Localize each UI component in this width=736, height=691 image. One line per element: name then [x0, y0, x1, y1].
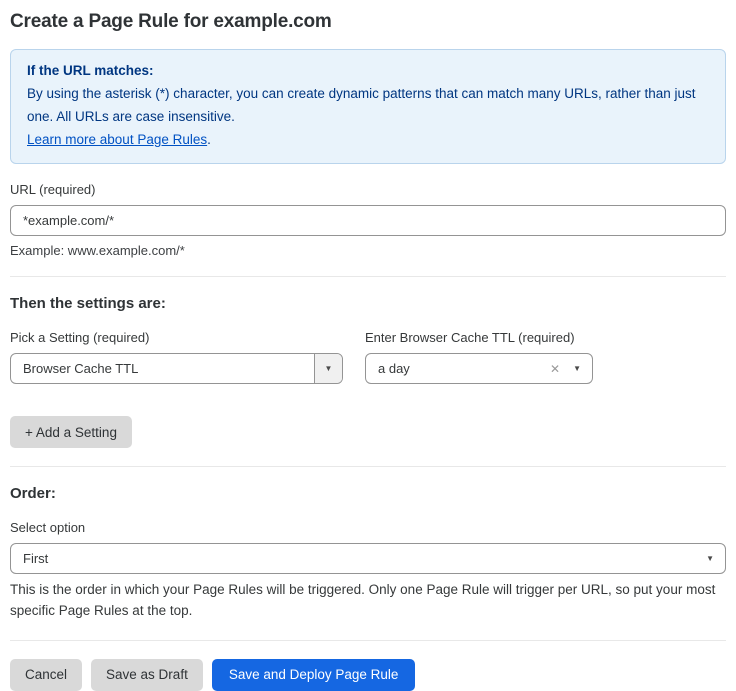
ttl-picker-dropdown[interactable]: a day ✕ ▼ — [365, 353, 593, 384]
order-section-heading: Order: — [10, 485, 726, 502]
link-suffix: . — [207, 132, 211, 147]
info-box-link-line: Learn more about Page Rules. — [27, 128, 709, 151]
info-box-body: By using the asterisk (*) character, you… — [27, 82, 709, 128]
page-title: Create a Page Rule for example.com — [10, 0, 726, 33]
url-field-label: URL (required) — [10, 182, 726, 197]
order-select-label: Select option — [10, 520, 726, 535]
learn-more-link[interactable]: Learn more about Page Rules — [27, 132, 207, 147]
setting-picker-label: Pick a Setting (required) — [10, 330, 343, 345]
setting-picker-dropdown[interactable]: Browser Cache TTL ▼ — [10, 353, 343, 384]
divider — [10, 640, 726, 641]
divider — [10, 276, 726, 277]
info-box-body-text: By using the asterisk (*) character, you… — [27, 86, 696, 124]
save-as-draft-button[interactable]: Save as Draft — [91, 659, 203, 691]
add-setting-button[interactable]: + Add a Setting — [10, 416, 132, 448]
info-box-heading: If the URL matches: — [27, 59, 709, 82]
chevron-down-icon: ▼ — [325, 365, 333, 373]
chevron-down-icon: ▼ — [573, 365, 581, 373]
chevron-down-icon: ▼ — [706, 555, 714, 563]
ttl-picker-column: Enter Browser Cache TTL (required) a day… — [365, 312, 593, 384]
setting-picker-value: Browser Cache TTL — [11, 354, 314, 383]
url-input[interactable] — [10, 205, 726, 236]
page-rule-form: Create a Page Rule for example.com If th… — [0, 0, 736, 691]
url-matches-info-box: If the URL matches: By using the asteris… — [10, 49, 726, 164]
setting-picker-column: Pick a Setting (required) Browser Cache … — [10, 312, 343, 384]
order-help-text: This is the order in which your Page Rul… — [10, 580, 726, 622]
footer-actions: Cancel Save as Draft Save and Deploy Pag… — [10, 659, 726, 691]
ttl-picker-label: Enter Browser Cache TTL (required) — [365, 330, 593, 345]
ttl-picker-value: a day — [378, 361, 550, 376]
settings-section-heading: Then the settings are: — [10, 295, 726, 312]
settings-row: Pick a Setting (required) Browser Cache … — [10, 312, 726, 384]
cancel-button[interactable]: Cancel — [10, 659, 82, 691]
order-select-value: First — [23, 551, 706, 566]
url-example-hint: Example: www.example.com/* — [10, 243, 726, 258]
divider — [10, 466, 726, 467]
order-select[interactable]: First ▼ — [10, 543, 726, 574]
setting-picker-arrow-segment[interactable]: ▼ — [314, 354, 342, 383]
save-and-deploy-button[interactable]: Save and Deploy Page Rule — [212, 659, 416, 691]
clear-icon[interactable]: ✕ — [550, 363, 560, 375]
